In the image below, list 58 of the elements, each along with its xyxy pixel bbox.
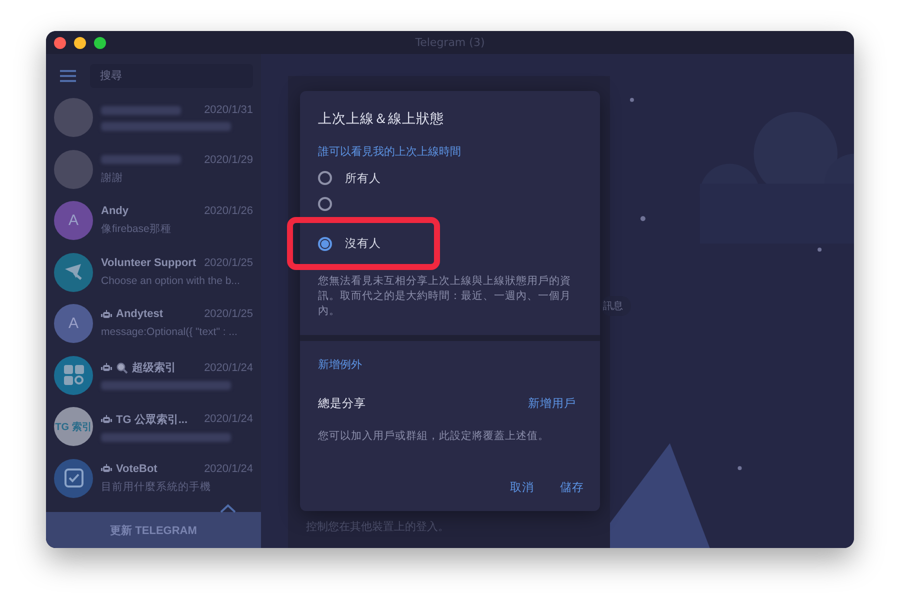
chevron-up-icon[interactable] — [220, 504, 236, 513]
grid-icon — [62, 364, 84, 386]
chat-item[interactable]: A Andy 2020/1/26 像firebase那種 — [46, 195, 261, 246]
chat-item[interactable]: TG 索引 TG 公眾索引... 2020/1/24 — [46, 401, 261, 452]
dialog-title: 上次上線＆線上狀態 — [317, 110, 445, 128]
chat-item[interactable]: 超级索引 2020/1/24 — [46, 350, 261, 401]
chat-date: 2020/1/25 — [204, 308, 253, 320]
chat-name: Volunteer Support — [101, 256, 196, 269]
chat-name: VoteBot — [116, 462, 158, 475]
close-button[interactable] — [54, 36, 66, 48]
avatar-photo-placeholder — [54, 98, 93, 138]
chat-date: 2020/1/29 — [204, 154, 253, 166]
chat-date: 2020/1/25 — [204, 256, 253, 269]
chat-preview: Choose an option with the b... — [101, 274, 240, 288]
dialog-button[interactable]: 取消 — [510, 480, 534, 495]
always-share-label: 總是分享 — [318, 396, 366, 411]
chat-date: 2020/1/31 — [204, 104, 253, 116]
chat-preview: 像firebase那種 — [101, 223, 172, 236]
radio-icon[interactable] — [318, 236, 332, 250]
message-pill: 訊息 — [601, 296, 631, 316]
menu-icon[interactable] — [60, 70, 76, 82]
zoom-button[interactable] — [94, 36, 106, 48]
section-title: 新增例外 — [317, 357, 363, 373]
chat-date: 2020/1/24 — [204, 462, 253, 475]
chat-preview: message:Optional({ "text" : ... — [101, 326, 238, 340]
avatar-text: TG 索引 — [55, 420, 92, 434]
chat-name: Andytest — [116, 308, 164, 320]
chat-item[interactable]: A Andytest 2020/1/25 message:Optional({ "text" : ... — [46, 298, 261, 350]
chat-item[interactable]: 2020/1/31 — [46, 92, 261, 144]
dialog-button[interactable]: 儲存 — [560, 480, 584, 495]
chat-preview: 目前用什麼系統的手機 — [101, 480, 211, 494]
update-button[interactable]: 更新 TELEGRAM — [46, 512, 261, 548]
chat-item[interactable]: VoteBot 2020/1/24 目前用什麼系統的手機 — [46, 452, 261, 504]
chat-date: 2020/1/24 — [204, 362, 253, 374]
radio-option[interactable]: 所有人 — [300, 165, 600, 191]
exceptions-note: 您可以加入用戶或群組，此設定將覆蓋上述值。 — [317, 429, 550, 444]
add-users-link[interactable]: 新增用戶 — [528, 396, 576, 411]
chat-item[interactable]: Volunteer Support 2020/1/25 Choose an option with the b... — [46, 246, 261, 298]
privacy-note: 您無法看見未互相分享上次上線與上線狀態用戶的資訊。取而代之的是大約時間：最近、一週內、一個月內。 — [317, 274, 572, 319]
radio-icon[interactable] — [318, 197, 332, 211]
avatar-letter: A — [68, 212, 78, 230]
chat-date: 2020/1/26 — [204, 205, 253, 218]
chat-name: 超级索引 — [132, 360, 176, 376]
avatar-photo-placeholder — [54, 150, 93, 189]
avatar-letter: A — [68, 315, 78, 332]
search-field[interactable]: 搜尋 — [90, 64, 253, 88]
chat-name: Andy — [101, 205, 128, 218]
chat-name: TG 公眾索引... — [116, 412, 188, 427]
chat-preview: 謝謝 — [101, 172, 123, 185]
section-title: 誰可以看見我的上次上線時間 — [317, 144, 462, 160]
chat-item[interactable]: 2020/1/29 謝謝 — [46, 144, 261, 195]
radio-option[interactable]: 沒有人 — [287, 217, 440, 270]
option-label: 所有人 — [345, 170, 381, 186]
minimize-button[interactable] — [74, 36, 86, 48]
option-label: 沒有人 — [345, 236, 381, 251]
checkbox-icon — [64, 468, 84, 488]
chat-date: 2020/1/24 — [204, 413, 253, 426]
radio-icon[interactable] — [318, 171, 332, 185]
